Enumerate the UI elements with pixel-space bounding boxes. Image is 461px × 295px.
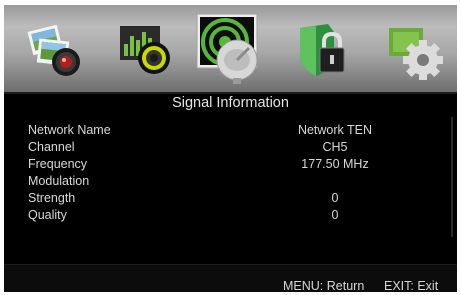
row-value: 177.50 MHz: [301, 157, 369, 171]
row-label: Frequency: [28, 157, 88, 171]
equalizer-speaker-icon: [120, 26, 170, 74]
photo-camera-icon: [27, 24, 80, 76]
menu-item-picture[interactable]: [24, 22, 86, 80]
menu-item-setup[interactable]: [385, 22, 447, 80]
menu-return-hint: MENU: Return: [283, 279, 365, 292]
signal-information-panel: Signal Information Network Name Network …: [4, 94, 457, 264]
info-row-network-name: Network Name Network TEN: [4, 123, 457, 140]
row-value: 0: [331, 191, 339, 205]
shield-padlock-icon: [300, 24, 345, 76]
panel-title: Signal Information: [172, 95, 289, 111]
row-label: Strength: [28, 191, 76, 205]
gear-icon: [389, 28, 443, 80]
row-label: Network Name: [28, 123, 111, 137]
menu-item-lock[interactable]: [294, 22, 356, 80]
row-label: Modulation: [28, 174, 90, 188]
info-row-channel: Channel CH5: [4, 140, 457, 157]
info-row-quality: Quality 0: [4, 208, 457, 225]
row-label: Channel: [28, 140, 75, 154]
footer-hint-bar: MENU: Return EXIT: Exit: [4, 264, 457, 292]
info-row-frequency: Frequency 177.50 MHz: [4, 157, 457, 174]
row-value: CH5: [322, 140, 348, 154]
scrollbar-track[interactable]: [451, 117, 453, 237]
satellite-dish-radar-icon: [196, 13, 258, 84]
row-label: Quality: [28, 208, 67, 222]
info-row-modulation: Modulation: [4, 174, 457, 191]
menu-item-audio[interactable]: [116, 22, 178, 80]
menu-item-channel[interactable]: [193, 12, 267, 88]
row-value: 0: [331, 208, 339, 222]
signal-info-screen: Signal Information Network Name Network …: [4, 5, 457, 292]
exit-hint: EXIT: Exit: [384, 279, 439, 292]
main-menu-icon-bar: [4, 5, 457, 94]
row-value: Network TEN: [297, 123, 373, 137]
info-row-strength: Strength 0: [4, 191, 457, 208]
